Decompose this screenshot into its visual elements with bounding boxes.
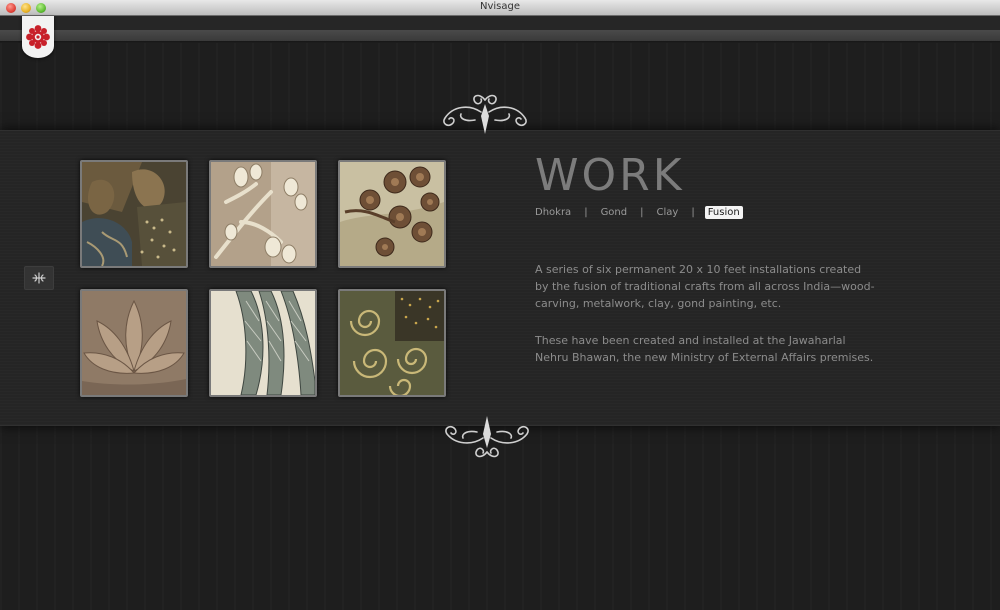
window-titlebar: Nvisage: [0, 0, 1000, 16]
fleur-icon: [32, 272, 46, 284]
category-tabs: Dhokra | Gond | Clay | Fusion: [535, 206, 743, 219]
tab-separator: |: [584, 207, 588, 218]
page-title: WORK: [535, 150, 685, 201]
tab-separator: |: [691, 207, 695, 218]
tab-separator: |: [640, 207, 644, 218]
gallery-thumbnail-5[interactable]: [209, 289, 317, 397]
gallery-thumbnail-4[interactable]: [80, 289, 188, 397]
thumbnail-image-feather-metal: [211, 291, 315, 395]
logo-badge[interactable]: [22, 16, 54, 58]
gallery-thumbnail-6[interactable]: [338, 289, 446, 397]
thumbnail-image-metal-leaves: [82, 162, 186, 266]
gallery-thumbnail-2[interactable]: [209, 160, 317, 268]
nav-bar: [0, 30, 1000, 42]
filigree-ornament-bottom-icon: [445, 416, 529, 458]
window-title: Nvisage: [479, 1, 520, 12]
top-strip: [0, 16, 1000, 30]
red-flower-emblem-icon: [26, 25, 50, 49]
thumbnail-image-wood-flowers: [340, 162, 444, 266]
description-paragraph-1: A series of six permanent 20 x 10 feet i…: [535, 263, 875, 310]
tab-dhokra[interactable]: Dhokra: [535, 206, 574, 219]
filigree-ornament-top-icon: [443, 94, 527, 134]
thumbnail-image-lotus-carving: [82, 291, 186, 395]
tab-clay[interactable]: Clay: [654, 206, 682, 219]
gallery-thumbnail-1[interactable]: [80, 160, 188, 268]
tab-fusion[interactable]: Fusion: [704, 206, 743, 219]
gallery-thumbnail-3[interactable]: [338, 160, 446, 268]
thumbnail-image-clay-flowers: [211, 162, 315, 266]
side-menu-tab[interactable]: [24, 266, 54, 290]
tab-gond[interactable]: Gond: [598, 206, 631, 219]
description-paragraph-2: These have been created and installed at…: [535, 334, 874, 364]
thumbnail-image-spiral-metal: [340, 291, 444, 395]
